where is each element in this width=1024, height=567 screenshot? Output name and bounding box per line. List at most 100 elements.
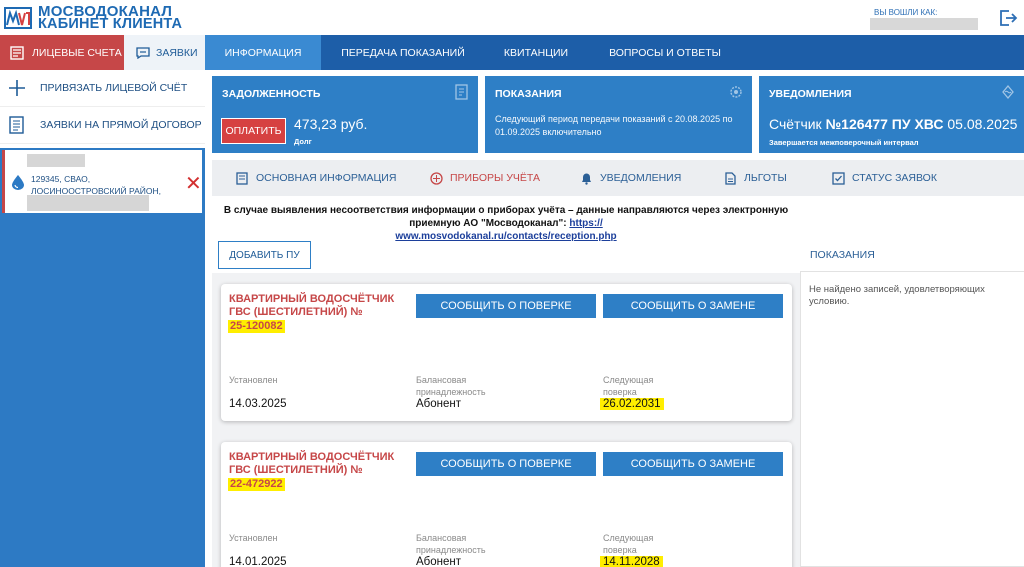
notifications-card: УВЕДОМЛЕНИЯ Счётчик №126477 ПУ ХВС 05.08… [759,76,1024,153]
notice-text: В случае выявления несоответствия информ… [223,205,789,229]
sidebar-tabs: ЛИЦЕВЫЕ СЧЕТА ЗАЯВКИ [0,35,205,70]
meter-title: КВАРТИРНЫЙ ВОДОСЧЁТЧИК ГВС (ШЕСТИЛЕТНИЙ)… [229,451,395,476]
ownership-label-line2: принадлежность [416,545,486,555]
account-address: 129345, СВАО, ЛОСИНООСТРОВСКИЙ РАЙОН, [31,173,161,197]
next-verification-label: Следующая поверка [603,374,653,398]
tab-information[interactable]: ИНФОРМАЦИЯ [205,35,321,70]
ownership-value: Абонент [416,556,462,567]
sidebar-item-direct-contract[interactable]: ЗАЯВКИ НА ПРЯМОЙ ДОГОВОР [0,107,205,144]
notification-prefix: Счётчик [769,116,822,132]
next-verification-label-line2: поверка [603,387,637,397]
readings-panel-body: Не найдено записей, удовлетворяющих усло… [800,271,1024,567]
subtab-meters[interactable]: ПРИБОРЫ УЧЁТА [430,160,540,196]
accounts-icon [10,45,24,60]
readings-period-text: Следующий период передачи показаний с 20… [495,114,733,137]
next-verification-label: Следующая поверка [603,532,653,556]
tab-accounts[interactable]: ЛИЦЕВЫЕ СЧЕТА [0,35,124,70]
next-verification-date: 26.02.2031 [600,398,664,410]
logout-icon[interactable] [998,8,1018,28]
tab-requests-label: ЗАЯВКИ [156,46,198,59]
gear-icon [730,86,742,98]
water-wave-icon [1002,84,1014,100]
ownership-label-line2: принадлежность [416,387,486,397]
ownership-value: Абонент [416,398,462,410]
subtab-label: ПРИБОРЫ УЧЁТА [450,172,540,184]
subtab-notifications[interactable]: УВЕДОМЛЕНИЯ [580,160,681,196]
plus-icon [9,80,25,96]
report-replacement-button[interactable]: СООБЩИТЬ О ЗАМЕНЕ [603,452,783,476]
chat-icon [136,46,150,59]
water-drop-icon [12,175,24,190]
info-book-icon [236,171,248,185]
ownership-label: Балансовая принадлежность [416,532,486,556]
sidebar-item-label: ЗАЯВКИ НА ПРЯМОЙ ДОГОВОР [40,119,202,131]
remove-account-icon[interactable]: ✕ [185,174,202,194]
readings-title: ПОКАЗАНИЯ [495,88,562,100]
subtab-benefits[interactable]: ЛЬГОТЫ [724,160,787,196]
meter-number: 25-120082 [228,320,285,333]
notifications-title: УВЕДОМЛЕНИЯ [769,88,852,100]
header: МОСВОДОКАНАЛ КАБИНЕТ КЛИЕНТА ВЫ ВОШЛИ КА… [0,0,1024,35]
installed-label: Установлен [229,375,278,385]
report-verification-button[interactable]: СООБЩИТЬ О ПОВЕРКЕ [416,452,596,476]
next-verification-date: 14.11.2028 [600,556,663,567]
sidebar-menu: ПРИВЯЗАТЬ ЛИЦЕВОЙ СЧЁТ ЗАЯВКИ НА ПРЯМОЙ … [0,70,205,148]
tab-meter-readings[interactable]: ПЕРЕДАЧА ПОКАЗАНИЙ [335,35,471,70]
info-subtabs: ОСНОВНАЯ ИНФОРМАЦИЯ ПРИБОРЫ УЧЁТА УВЕДОМ… [212,160,1024,196]
tab-receipts[interactable]: КВИТАНЦИИ [491,35,581,70]
tab-accounts-label: ЛИЦЕВЫЕ СЧЕТА [32,46,122,59]
account-address-redacted [27,195,149,211]
notification-date: 05.08.2025 [947,116,1018,132]
meters-notice: В случае выявления несоответствия информ… [212,204,800,243]
subtab-main-info[interactable]: ОСНОВНАЯ ИНФОРМАЦИЯ [236,160,396,196]
installed-date: 14.01.2025 [229,556,287,567]
ownership-label-line1: Балансовая [416,533,467,543]
reception-link-line2: www.mosvodokanal.ru/contacts/reception.p… [395,231,617,242]
pay-button[interactable]: ОПЛАТИТЬ [221,118,286,144]
readings-panel-title: ПОКАЗАНИЯ [810,249,875,261]
ownership-label-line1: Балансовая [416,375,467,385]
document-list-icon [9,116,24,134]
next-verification-label-line1: Следующая [603,375,654,385]
debt-amount: 473,23 руб. [294,116,368,132]
next-verification-label-line2: поверка [603,545,637,555]
meter-title: КВАРТИРНЫЙ ВОДОСЧЁТЧИК ГВС (ШЕСТИЛЕТНИЙ)… [229,293,395,318]
document-icon [725,171,736,185]
sidebar-item-label: ПРИВЯЗАТЬ ЛИЦЕВОЙ СЧЁТ [40,82,188,94]
readings-empty-message: Не найдено записей, удовлетворяющих усло… [809,284,985,307]
subtab-label: СТАТУС ЗАЯВОК [852,172,937,184]
account-address-line1: 129345, СВАО, [31,174,91,184]
sidebar-item-link-account[interactable]: ПРИВЯЗАТЬ ЛИЦЕВОЙ СЧЁТ [0,70,205,107]
installed-date: 14.03.2025 [229,398,287,410]
installed-label: Установлен [229,533,278,543]
meter-card: КВАРТИРНЫЙ ВОДОСЧЁТЧИК ГВС (ШЕСТИЛЕТНИЙ)… [221,442,792,567]
logo-icon [4,7,32,29]
account-number-redacted [27,154,85,167]
accounts-panel: 129345, СВАО, ЛОСИНООСТРОВСКИЙ РАЙОН, ✕ [0,148,205,567]
notification-meter: Счётчик №126477 ПУ ХВС 05.08.2025 [769,116,1017,132]
meter-number: 22-472922 [228,478,285,491]
add-meter-button[interactable]: ДОБАВИТЬ ПУ [218,241,311,269]
tab-faq[interactable]: ВОПРОСЫ И ОТВЕТЫ [603,35,727,70]
account-card[interactable]: 129345, СВАО, ЛОСИНООСТРОВСКИЙ РАЙОН, ✕ [2,150,202,213]
tab-requests[interactable]: ЗАЯВКИ [124,35,205,70]
status-icon [832,171,845,185]
subtab-label: УВЕДОМЛЕНИЯ [600,172,682,184]
subtab-request-status[interactable]: СТАТУС ЗАЯВОК [832,160,937,196]
reception-link-line1: https:// [569,218,603,229]
debt-label: Долг [294,137,312,146]
receipt-icon [455,84,468,100]
gauge-icon [430,171,443,185]
debt-card: ЗАДОЛЖЕННОСТЬ ОПЛАТИТЬ 473,23 руб. Долг [212,76,478,153]
bell-icon [582,173,591,185]
report-verification-button[interactable]: СООБЩИТЬ О ПОВЕРКЕ [416,294,596,318]
logged-in-label: ВЫ ВОШЛИ КАК: [874,8,938,17]
logo-subtitle: КАБИНЕТ КЛИЕНТА [38,16,183,32]
report-replacement-button[interactable]: СООБЩИТЬ О ЗАМЕНЕ [603,294,783,318]
subtab-label: ЛЬГОТЫ [744,172,787,184]
notification-description: Завершается межповерочный интервал [769,138,919,147]
main-nav: ИНФОРМАЦИЯ ПЕРЕДАЧА ПОКАЗАНИЙ КВИТАНЦИИ … [205,35,1024,70]
next-verification-label-line1: Следующая [603,533,654,543]
meter-card: КВАРТИРНЫЙ ВОДОСЧЁТЧИК ГВС (ШЕСТИЛЕТНИЙ)… [221,284,792,421]
notification-meter-number: №126477 ПУ ХВС [825,116,944,132]
